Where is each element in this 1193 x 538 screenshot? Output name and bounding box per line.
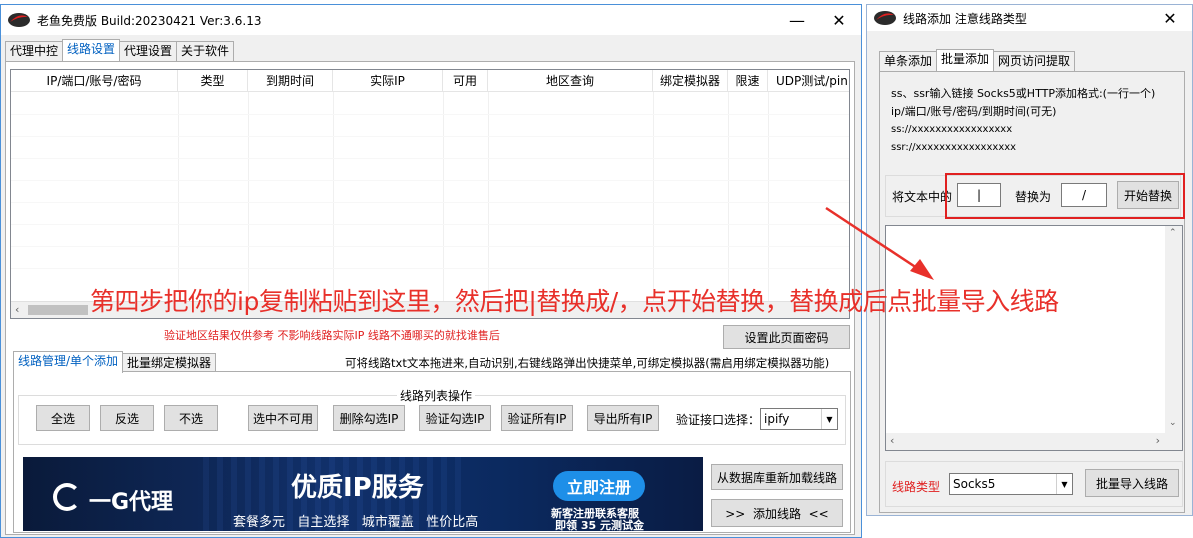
- scroll-left-icon[interactable]: ‹: [15, 303, 19, 316]
- banner-register-button[interactable]: 立即注册: [553, 471, 645, 501]
- col-header-available[interactable]: 可用: [443, 70, 488, 92]
- dialog-title: 线路添加 注意线路类型: [903, 11, 1027, 26]
- scroll-right-icon[interactable]: ›: [1156, 434, 1160, 447]
- export-all-button[interactable]: 导出所有IP: [587, 405, 659, 431]
- dialog-tabs: 单条添加 批量添加 网页访问提取: [879, 49, 1076, 71]
- tab-line-management[interactable]: 线路管理/单个添加: [13, 351, 124, 373]
- main-titlebar[interactable]: 老鱼免费版 Build:20230421 Ver:3.6.13 — ✕: [1, 5, 861, 35]
- col-header-udp[interactable]: UDP测试/pin: [768, 70, 849, 92]
- highlight-box: [945, 173, 1185, 219]
- invert-selection-button[interactable]: 反选: [100, 405, 154, 431]
- dialog-logo-icon: [874, 11, 896, 25]
- batch-text-area[interactable]: ⌃ ⌄ ‹ ›: [885, 225, 1183, 451]
- tab-proxy-settings[interactable]: 代理设置: [119, 41, 178, 61]
- col-header-real-ip[interactable]: 实际IP: [333, 70, 443, 92]
- line-type-value: Socks5: [953, 477, 996, 491]
- brand-logo-icon: [53, 483, 81, 511]
- dialog-close-icon[interactable]: ✕: [1150, 5, 1190, 31]
- line-type-label: 线路类型: [892, 480, 941, 494]
- col-header-speed-limit[interactable]: 限速: [728, 70, 768, 92]
- chevron-down-icon[interactable]: ▼: [821, 409, 837, 429]
- app-logo-icon: [8, 13, 30, 27]
- grid-line: [11, 158, 849, 159]
- grid-line: [178, 92, 179, 301]
- dialog-titlebar[interactable]: 线路添加 注意线路类型 ✕: [867, 5, 1192, 31]
- main-tabs: 代理中控 线路设置 代理设置 关于软件: [5, 39, 235, 61]
- vertical-scrollbar[interactable]: ⌃ ⌄: [1165, 226, 1182, 450]
- banner-headline: 优质IP服务: [291, 473, 424, 503]
- chevron-down-icon[interactable]: ▼: [1056, 474, 1072, 494]
- grid-line: [768, 92, 769, 301]
- tab-proxy-control[interactable]: 代理中控: [5, 41, 64, 61]
- info-line: ip/端口/账号/密码/到期时间(可无): [891, 105, 1057, 118]
- grid-line: [11, 114, 849, 115]
- banner-features: 套餐多元 自主选择 城市覆盖 性价比高: [233, 515, 479, 530]
- banner-promo-line2: 即领 35 元测试金: [555, 519, 644, 531]
- line-add-dialog: 线路添加 注意线路类型 ✕ 单条添加 批量添加 网页访问提取 ss、ssr输入链…: [866, 4, 1193, 516]
- scroll-down-icon[interactable]: ⌄: [1169, 418, 1177, 428]
- select-all-button[interactable]: 全选: [36, 405, 90, 431]
- col-header-emulator[interactable]: 绑定模拟器: [653, 70, 728, 92]
- minimize-icon[interactable]: —: [777, 5, 817, 35]
- tab-batch-bind-emulator[interactable]: 批量绑定模拟器: [122, 353, 217, 373]
- scroll-up-icon[interactable]: ⌃: [1169, 228, 1177, 238]
- delete-checked-button[interactable]: 删除勾选IP: [333, 405, 405, 431]
- col-header-type[interactable]: 类型: [178, 70, 248, 92]
- grid-line: [11, 224, 849, 225]
- select-none-button[interactable]: 不选: [164, 405, 218, 431]
- grid-line: [653, 92, 654, 301]
- banner-brand: 一G代理: [89, 490, 174, 515]
- grid-line: [11, 268, 849, 269]
- tab-batch-add[interactable]: 批量添加: [936, 49, 995, 71]
- sub-tabs: 线路管理/单个添加 批量绑定模拟器: [13, 351, 217, 373]
- grid-line: [11, 136, 849, 137]
- line-type-select[interactable]: Socks5 ▼: [949, 473, 1073, 495]
- region-notice: 验证地区结果仅供参考 不影响线路实际IP 线路不通哪买的就找谁售后: [164, 329, 500, 342]
- info-line: ss、ssr输入链接 Socks5或HTTP添加格式:(一行一个): [891, 87, 1156, 100]
- scroll-thumb[interactable]: [28, 305, 88, 315]
- verify-checked-button[interactable]: 验证勾选IP: [419, 405, 491, 431]
- info-line: ssr://xxxxxxxxxxxxxxxxx: [891, 142, 1017, 153]
- tab-single-add[interactable]: 单条添加: [879, 51, 938, 71]
- tab-line-settings[interactable]: 线路设置: [62, 39, 121, 61]
- add-line-button[interactable]: >> 添加线路 <<: [711, 499, 843, 527]
- grid-line: [333, 92, 334, 301]
- grid-line: [488, 92, 489, 301]
- api-select-value: ipify: [764, 412, 790, 426]
- grid-line: [11, 202, 849, 203]
- horizontal-scrollbar[interactable]: ‹ ›: [886, 433, 1182, 450]
- info-line: ss://xxxxxxxxxxxxxxxxx: [891, 124, 1013, 135]
- grid-line: [728, 92, 729, 301]
- api-select[interactable]: ipify ▼: [760, 408, 838, 430]
- col-header-region[interactable]: 地区查询: [488, 70, 653, 92]
- close-icon[interactable]: ✕: [819, 5, 859, 35]
- main-window-title: 老鱼免费版 Build:20230421 Ver:3.6.13: [37, 13, 262, 28]
- annotation-text: 第四步把你的ip复制粘贴到这里，然后把|替换成/，点开始替换，替换成后点批量导入…: [90, 287, 1059, 316]
- batch-import-button[interactable]: 批量导入线路: [1085, 469, 1179, 497]
- scroll-left-icon[interactable]: ‹: [890, 434, 894, 447]
- grid-line: [11, 180, 849, 181]
- col-header-expiry[interactable]: 到期时间: [248, 70, 333, 92]
- line-ops-group-title: 线路列表操作: [397, 387, 476, 404]
- select-unavailable-button[interactable]: 选中不可用: [248, 405, 318, 431]
- grid-line: [11, 246, 849, 247]
- col-header-ip[interactable]: IP/端口/账号/密码: [11, 70, 178, 92]
- verify-all-button[interactable]: 验证所有IP: [501, 405, 573, 431]
- api-select-label: 验证接口选择：: [676, 413, 761, 427]
- tab-web-extract[interactable]: 网页访问提取: [993, 51, 1076, 71]
- set-page-password-button[interactable]: 设置此页面密码: [723, 325, 850, 349]
- grid-line: [248, 92, 249, 301]
- banner-cta-label: 立即注册: [566, 478, 631, 497]
- format-info: ss、ssr输入链接 Socks5或HTTP添加格式:(一行一个) ip/端口/…: [891, 85, 1181, 157]
- reload-from-db-button[interactable]: 从数据库重新加载线路: [711, 464, 843, 490]
- ad-banner[interactable]: 一G代理 优质IP服务 套餐多元 自主选择 城市覆盖 性价比高 立即注册 新客注…: [23, 457, 703, 531]
- replace-label: 将文本中的: [892, 190, 953, 204]
- tab-about[interactable]: 关于软件: [176, 41, 235, 61]
- main-window: 老鱼免费版 Build:20230421 Ver:3.6.13 — ✕ 代理中控…: [0, 4, 862, 538]
- grid-line: [443, 92, 444, 301]
- sub-hint: 可将线路txt文本拖进来,自动识别,右键线路弹出快捷菜单,可绑定模拟器(需启用绑…: [345, 356, 830, 370]
